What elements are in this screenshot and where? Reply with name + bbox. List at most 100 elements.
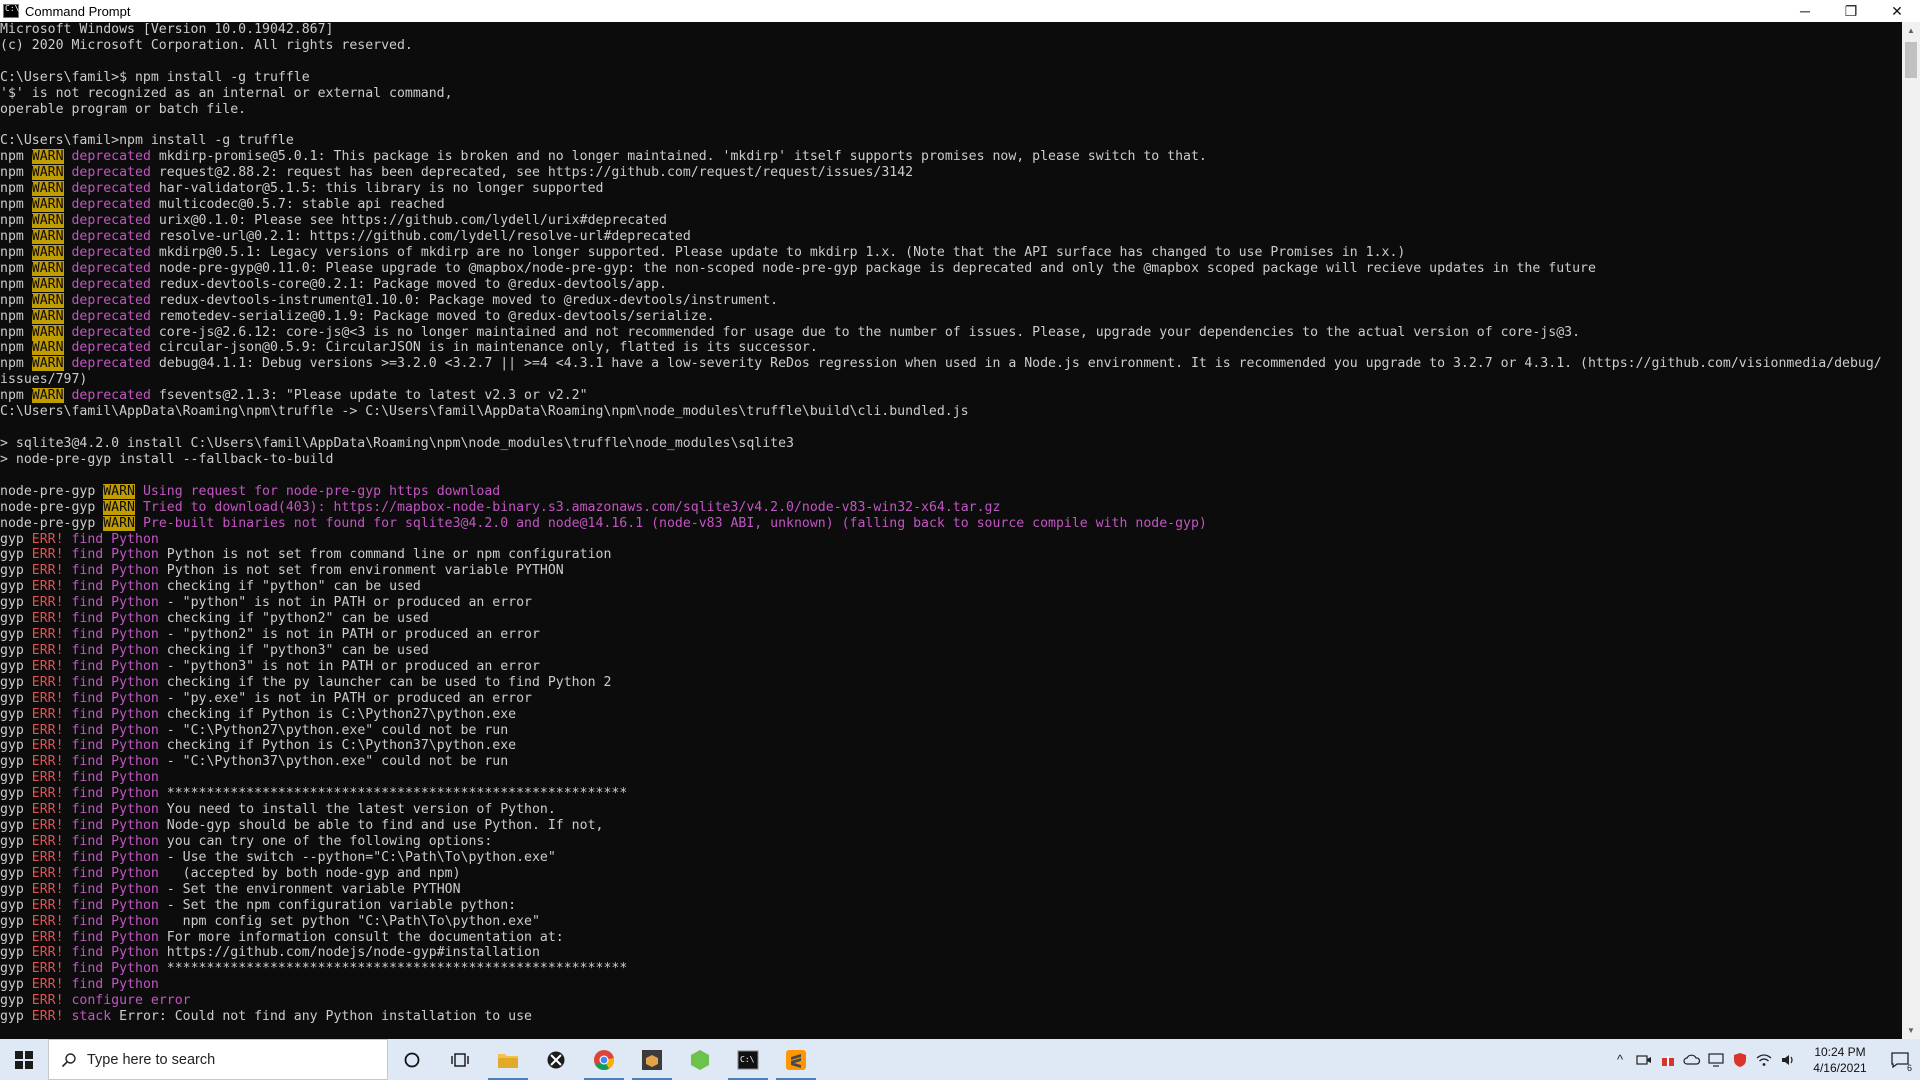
console-line: gyp ERR! find Python - "python2" is not … <box>0 627 1902 643</box>
console-text: checking if Python is C:\Python37\python… <box>158 738 517 754</box>
system-clock[interactable]: 10:24 PM 4/16/2021 <box>1800 1044 1880 1076</box>
console-output[interactable]: Microsoft Windows [Version 10.0.19042.86… <box>0 22 1902 1039</box>
err-tag: ERR! <box>31 690 64 706</box>
console-text: issues/797) <box>0 372 88 388</box>
console-text: gyp <box>0 1009 32 1025</box>
console-line: gyp ERR! find Python Python is not set f… <box>0 563 1902 579</box>
console-text: gyp <box>0 547 32 563</box>
console-text: npm <box>0 244 32 260</box>
nodejs-icon[interactable] <box>676 1039 724 1080</box>
console-text: node-pre-gyp <box>0 515 104 531</box>
window-controls: ─ ❐ ✕ <box>1782 0 1920 22</box>
console-text: npm <box>0 340 32 356</box>
console-text: find Python <box>71 674 159 690</box>
svg-text:C:\: C:\ <box>740 1055 755 1064</box>
scroll-thumb[interactable] <box>1905 42 1917 78</box>
console-text: multicodec@0.5.7: stable api reached <box>150 197 445 213</box>
vertical-scrollbar[interactable]: ▲ ▼ <box>1902 22 1920 1039</box>
console-text: deprecated <box>71 324 151 340</box>
show-hidden-icons-icon[interactable]: ^ <box>1608 1039 1632 1080</box>
security-shield-icon[interactable] <box>1728 1039 1752 1080</box>
file-explorer-icon[interactable] <box>484 1039 532 1080</box>
console-line: npm WARN deprecated remotedev-serialize@… <box>0 308 1902 325</box>
app-box-icon[interactable] <box>628 1039 676 1080</box>
task-view-icon[interactable] <box>436 1039 484 1080</box>
console-text: Pre-built binaries not found for sqlite3… <box>142 515 1207 531</box>
console-text: npm <box>0 388 32 404</box>
err-tag: ERR! <box>31 738 64 754</box>
cortana-icon[interactable] <box>388 1039 436 1080</box>
warn-tag: WARN <box>31 308 64 324</box>
err-tag: ERR! <box>31 834 64 850</box>
display-icon[interactable] <box>1704 1039 1728 1080</box>
console-text: gyp <box>0 802 32 818</box>
console-text: npm <box>0 165 32 181</box>
console-text: gyp <box>0 531 32 547</box>
console-line: gyp ERR! find Python npm config set pyth… <box>0 914 1902 930</box>
console-text: Tried to download(403): https://mapbox-n… <box>142 499 1001 515</box>
scroll-down-icon[interactable]: ▼ <box>1902 1022 1920 1039</box>
console-line: npm WARN deprecated resolve-url@0.2.1: h… <box>0 228 1902 245</box>
console-text: - Set the environment variable PYTHON <box>158 881 461 897</box>
console-text: deprecated <box>71 213 151 229</box>
console-line: gyp ERR! find Python checking if Python … <box>0 707 1902 723</box>
console-text: find Python <box>71 818 159 834</box>
console-line: node-pre-gyp WARN Using request for node… <box>0 483 1902 500</box>
console-text: gyp <box>0 690 32 706</box>
console-text: https://github.com/nodejs/node-gyp#insta… <box>158 945 540 961</box>
err-tag: ERR! <box>31 929 64 945</box>
console-line: npm WARN deprecated redux-devtools-core@… <box>0 276 1902 293</box>
console-text: request@2.88.2: request has been depreca… <box>150 165 914 181</box>
console-text: gyp <box>0 834 32 850</box>
gift-icon[interactable] <box>1656 1039 1680 1080</box>
volume-icon[interactable] <box>1776 1039 1800 1080</box>
console-line: npm WARN deprecated core-js@2.6.12: core… <box>0 324 1902 341</box>
console-text: urix@0.1.0: Please see https://github.co… <box>150 213 667 229</box>
console-line: gyp ERR! find Python For more informatio… <box>0 930 1902 946</box>
camera-icon[interactable] <box>1632 1039 1656 1080</box>
console-text: npm <box>0 181 32 197</box>
start-button[interactable] <box>0 1039 48 1080</box>
err-tag: ERR! <box>31 1009 64 1025</box>
console-text: redux-devtools-instrument@1.10.0: Packag… <box>150 292 779 308</box>
console-text: node-pre-gyp <box>0 483 104 499</box>
console-text: npm <box>0 324 32 340</box>
console-text: find Python <box>71 802 159 818</box>
console-line: C:\Users\famil>$ npm install -g truffle <box>0 70 1902 86</box>
console-line: gyp ERR! find Python Node-gyp should be … <box>0 818 1902 834</box>
sublime-text-icon[interactable] <box>772 1039 820 1080</box>
console-text: operable program or batch file. <box>0 101 247 117</box>
chrome-icon[interactable] <box>580 1039 628 1080</box>
close-button[interactable]: ✕ <box>1874 0 1920 22</box>
console-text: npm <box>0 308 32 324</box>
console-text: > node-pre-gyp install --fallback-to-bui… <box>0 451 334 467</box>
scroll-up-icon[interactable]: ▲ <box>1902 22 1920 39</box>
err-tag: ERR! <box>31 849 64 865</box>
warn-tag: WARN <box>31 149 64 165</box>
action-center-button[interactable]: 6 <box>1880 1039 1920 1080</box>
console-text: npm <box>0 213 32 229</box>
console-text: fsevents@2.1.3: "Please update to latest… <box>150 388 588 404</box>
console-text: gyp <box>0 563 32 579</box>
console-text: stack <box>71 1009 112 1025</box>
minimize-button[interactable]: ─ <box>1782 0 1828 22</box>
console-line: gyp ERR! find Python *******************… <box>0 961 1902 977</box>
xbox-icon[interactable] <box>532 1039 580 1080</box>
wifi-icon[interactable] <box>1752 1039 1776 1080</box>
console-text: npm <box>0 228 32 244</box>
err-tag: ERR! <box>31 913 64 929</box>
taskbar-search-box[interactable]: Type here to search <box>48 1039 388 1080</box>
console-text: redux-devtools-core@0.2.1: Package moved… <box>150 276 667 292</box>
command-prompt-icon[interactable]: C:\ <box>724 1039 772 1080</box>
maximize-button[interactable]: ❐ <box>1828 0 1874 22</box>
onedrive-icon[interactable] <box>1680 1039 1704 1080</box>
console-line: > node-pre-gyp install --fallback-to-bui… <box>0 452 1902 468</box>
console-text: gyp <box>0 977 32 993</box>
console-line: '$' is not recognized as an internal or … <box>0 86 1902 102</box>
console-line: gyp ERR! stack Error: Could not find any… <box>0 1009 1902 1025</box>
